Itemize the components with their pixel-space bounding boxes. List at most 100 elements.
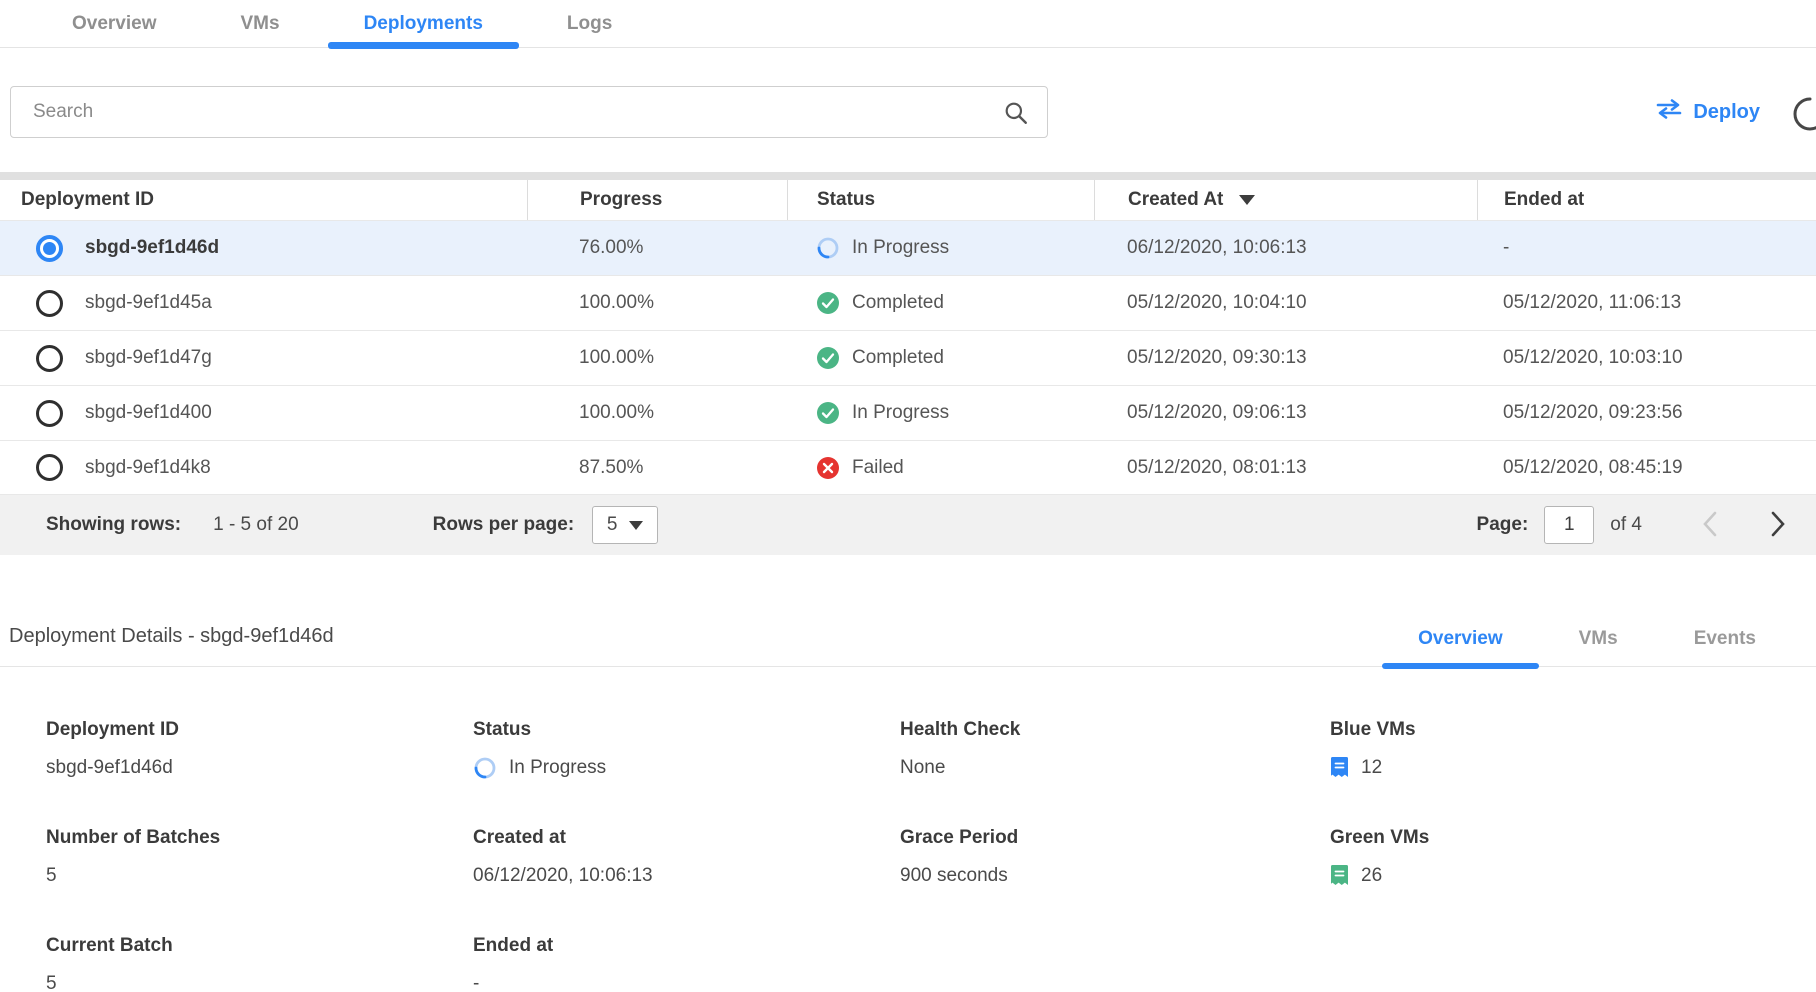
- created-at-value: 05/12/2020, 08:01:13: [1094, 457, 1477, 479]
- detail-field: Ended at -: [473, 935, 900, 992]
- green-vm-icon: [1330, 864, 1349, 888]
- table-row[interactable]: sbgd-9ef1d45a 100.00% Completed 05/12/20…: [0, 275, 1816, 330]
- page-total-label: of 4: [1610, 514, 1642, 536]
- showing-rows-label: Showing rows:: [46, 514, 181, 536]
- details-grid: Deployment ID sbgd-9ef1d46d Status In Pr…: [0, 667, 1816, 992]
- in-progress-spinner-icon: [473, 756, 497, 780]
- row-radio-button[interactable]: [36, 400, 63, 427]
- status-label: Failed: [852, 457, 904, 479]
- detail-field-value: sbgd-9ef1d46d: [46, 757, 173, 779]
- detail-field: Health Check None: [900, 719, 1330, 781]
- column-header-status[interactable]: Status: [787, 180, 1094, 220]
- detail-field-label: Status: [473, 719, 900, 741]
- table-body: sbgd-9ef1d46d 76.00% In Progress 06/12/2…: [0, 220, 1816, 495]
- created-at-value: 05/12/2020, 09:30:13: [1094, 347, 1477, 369]
- detail-field-value: 5: [46, 865, 57, 887]
- detail-field-value: 5: [46, 973, 57, 992]
- ended-at-value: 05/12/2020, 11:06:13: [1477, 292, 1816, 314]
- detail-field-label: Grace Period: [900, 827, 1330, 849]
- column-header-ended-at[interactable]: Ended at: [1477, 180, 1816, 220]
- page-label: Page:: [1477, 514, 1529, 536]
- column-header-label: Ended at: [1504, 189, 1584, 211]
- column-header-deployment-id[interactable]: Deployment ID: [0, 180, 527, 220]
- details-tab-vms[interactable]: VMs: [1541, 628, 1656, 666]
- detail-field-label: Created at: [473, 827, 900, 849]
- chevron-right-icon: [1770, 511, 1786, 540]
- status-label: Completed: [852, 292, 944, 314]
- column-header-label: Progress: [580, 189, 662, 211]
- table-row[interactable]: sbgd-9ef1d4k8 87.50% Failed 05/12/2020, …: [0, 440, 1816, 495]
- tab-deployments[interactable]: Deployments: [322, 0, 525, 47]
- completed-check-icon: [816, 346, 840, 370]
- detail-field-label: Deployment ID: [46, 719, 473, 741]
- row-radio-button[interactable]: [36, 235, 63, 262]
- progress-value: 100.00%: [527, 402, 787, 424]
- details-tab-overview[interactable]: Overview: [1380, 628, 1541, 666]
- next-page-button[interactable]: [1766, 507, 1790, 544]
- column-header-label: Status: [817, 189, 875, 211]
- detail-field: Green VMs 26: [1330, 827, 1816, 889]
- deployment-id-value: sbgd-9ef1d400: [85, 402, 212, 424]
- column-header-label: Deployment ID: [21, 189, 154, 211]
- failed-x-icon: [816, 456, 840, 480]
- table-row[interactable]: sbgd-9ef1d47g 100.00% Completed 05/12/20…: [0, 330, 1816, 385]
- detail-field: Created at 06/12/2020, 10:06:13: [473, 827, 900, 889]
- swap-arrows-icon: [1655, 98, 1683, 126]
- tab-overview-label: Overview: [72, 13, 157, 35]
- toolbar: Deploy: [0, 48, 1816, 150]
- detail-field: Status In Progress: [473, 719, 900, 781]
- detail-field-value: 26: [1361, 865, 1382, 887]
- detail-field: Grace Period 900 seconds: [900, 827, 1330, 889]
- table-row[interactable]: sbgd-9ef1d46d 76.00% In Progress 06/12/2…: [0, 220, 1816, 275]
- in-progress-spinner-icon: [816, 236, 840, 260]
- refresh-button[interactable]: [1790, 90, 1816, 134]
- deployment-id-value: sbgd-9ef1d4k8: [85, 457, 211, 479]
- table-header: Deployment ID Progress Status Created At…: [0, 172, 1816, 220]
- detail-field-value: 900 seconds: [900, 865, 1008, 887]
- detail-field-value: None: [900, 757, 945, 779]
- page-number-input[interactable]: [1544, 506, 1594, 544]
- row-radio-button[interactable]: [36, 290, 63, 317]
- progress-value: 76.00%: [527, 237, 787, 259]
- detail-field-value: 12: [1361, 757, 1382, 779]
- details-tab-overview-label: Overview: [1418, 628, 1503, 649]
- tab-vms[interactable]: VMs: [199, 0, 322, 47]
- rows-per-page-label: Rows per page:: [433, 514, 574, 536]
- details-tab-events[interactable]: Events: [1656, 628, 1794, 666]
- deploy-button[interactable]: Deploy: [1655, 98, 1760, 126]
- search-input[interactable]: [11, 87, 1047, 137]
- table-footer: Showing rows: 1 - 5 of 20 Rows per page:…: [0, 495, 1816, 555]
- tab-logs-label: Logs: [567, 13, 612, 35]
- detail-field-label: Green VMs: [1330, 827, 1816, 849]
- detail-field-label: Number of Batches: [46, 827, 473, 849]
- detail-field-label: Ended at: [473, 935, 900, 957]
- ended-at-value: 05/12/2020, 10:03:10: [1477, 347, 1816, 369]
- details-tabs: Overview VMs Events: [1380, 628, 1794, 666]
- search-box: [10, 86, 1048, 138]
- sort-desc-icon: [1239, 195, 1255, 205]
- showing-rows-value: 1 - 5 of 20: [213, 514, 299, 536]
- column-header-progress[interactable]: Progress: [527, 180, 787, 220]
- row-radio-button[interactable]: [36, 345, 63, 372]
- table-row[interactable]: sbgd-9ef1d400 100.00% In Progress 05/12/…: [0, 385, 1816, 440]
- tab-overview[interactable]: Overview: [30, 0, 199, 47]
- completed-check-icon: [816, 401, 840, 425]
- column-header-created-at[interactable]: Created At: [1094, 180, 1477, 220]
- detail-field: Number of Batches 5: [46, 827, 473, 889]
- previous-page-button[interactable]: [1698, 507, 1722, 544]
- search-icon: [1003, 100, 1029, 126]
- detail-field-label: Health Check: [900, 719, 1330, 741]
- detail-field: Deployment ID sbgd-9ef1d46d: [46, 719, 473, 781]
- deployment-id-value: sbgd-9ef1d45a: [85, 292, 212, 314]
- blue-vm-icon: [1330, 756, 1349, 780]
- tab-logs[interactable]: Logs: [525, 0, 654, 47]
- progress-value: 100.00%: [527, 347, 787, 369]
- top-tabs: Overview VMs Deployments Logs: [0, 0, 1816, 48]
- ended-at-value: 05/12/2020, 08:45:19: [1477, 457, 1816, 479]
- detail-field: Current Batch 5: [46, 935, 473, 992]
- created-at-value: 05/12/2020, 10:04:10: [1094, 292, 1477, 314]
- rows-per-page-select[interactable]: 5: [592, 506, 658, 544]
- row-radio-button[interactable]: [36, 454, 63, 481]
- details-header: Deployment Details - sbgd-9ef1d46d Overv…: [0, 625, 1816, 667]
- column-header-label: Created At: [1128, 189, 1223, 211]
